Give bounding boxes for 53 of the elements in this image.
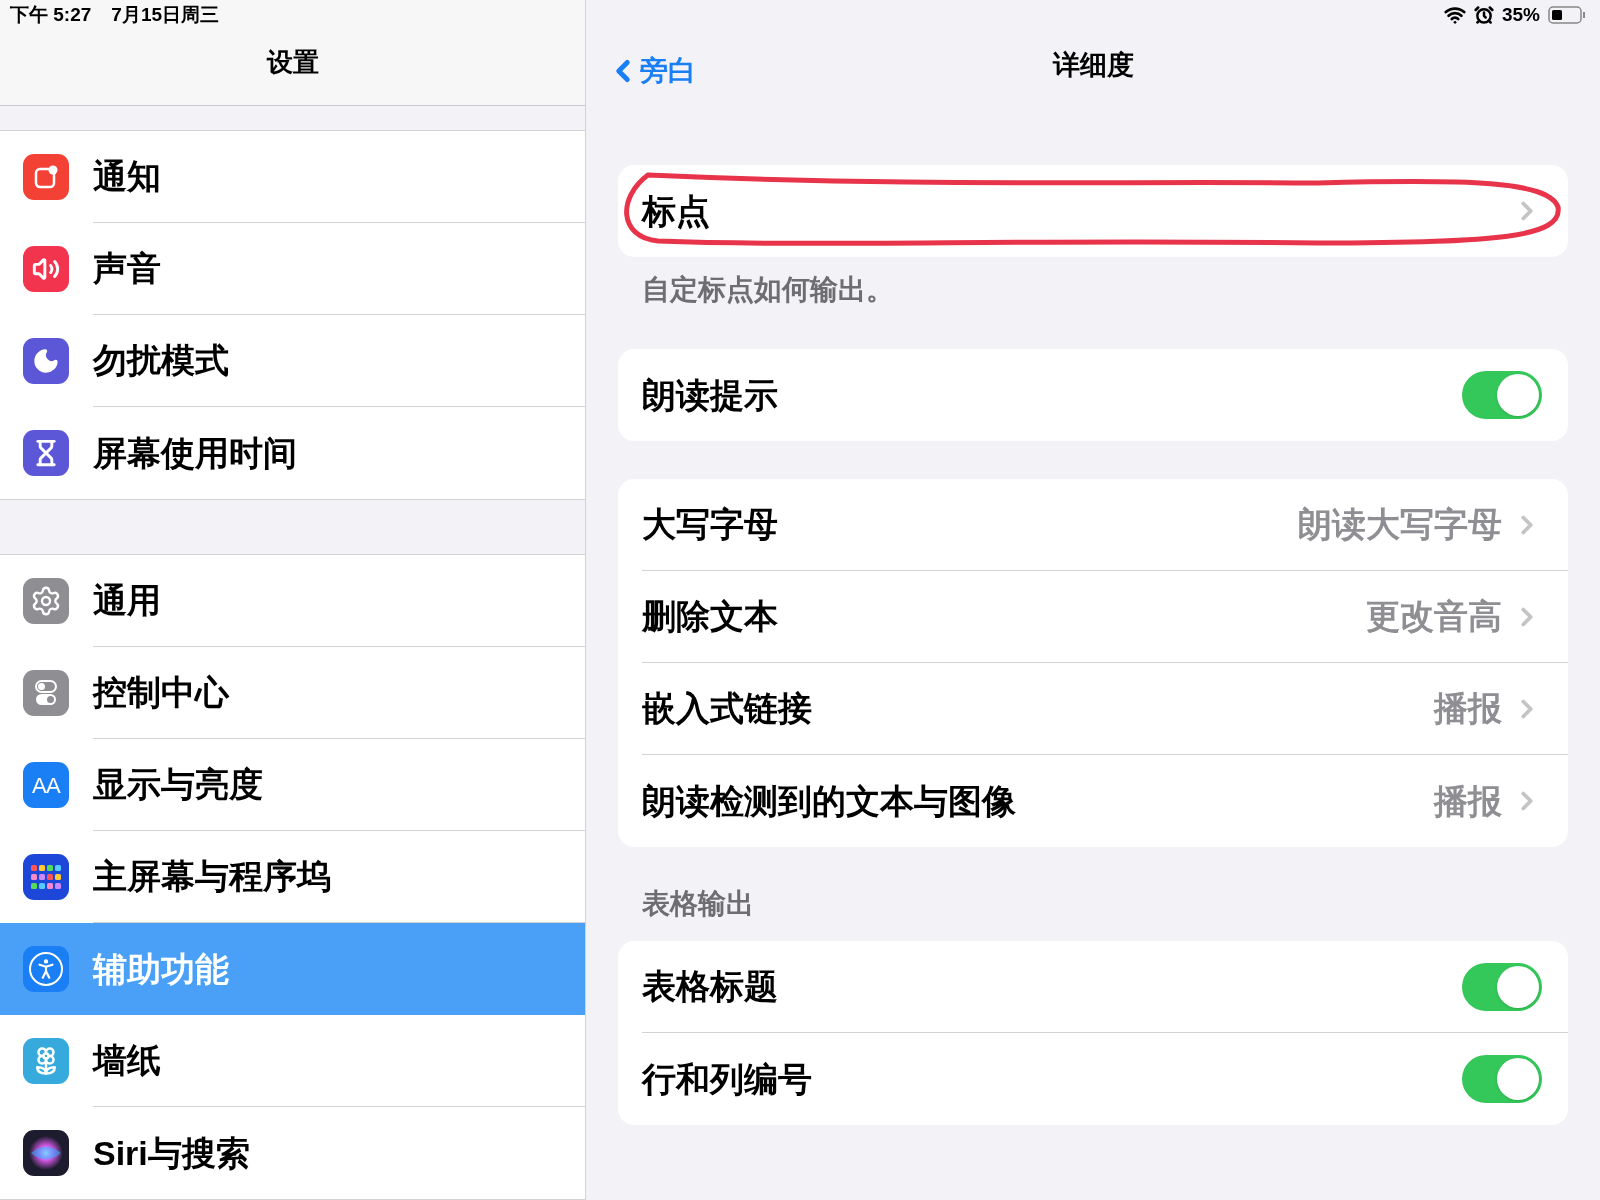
sidebar-label: 勿扰模式 [93,340,229,381]
text-size-icon: AA [23,762,69,808]
section-header: 表格输出 [641,887,755,921]
sidebar-item[interactable]: 声音 [0,223,585,315]
sidebar-label: 屏幕使用时间 [93,432,297,474]
sidebar-item[interactable]: AA 显示与亮度 [0,739,585,831]
toggle-switch[interactable] [1462,1055,1542,1103]
sidebar-item[interactable]: Siri与搜索 [0,1107,585,1199]
sidebar-label: 墙纸 [93,1040,161,1081]
row-label: 朗读提示 [642,374,779,416]
sidebar-item[interactable]: 控制中心 [0,647,585,739]
sidebar-title: 设置 [266,46,319,79]
sidebar-item[interactable]: 屏幕使用时间 [0,407,585,499]
status-date: 7月15日周三 [111,2,219,27]
status-time: 下午 5:27 [10,2,92,27]
row-value: 播报 [1434,780,1502,822]
sidebar-label: Siri与搜索 [93,1132,250,1174]
toggle-switch[interactable] [1462,371,1542,419]
settings-row[interactable]: 嵌入式链接 播报 [642,663,1568,755]
sidebar-label: 控制中心 [93,672,229,713]
sidebar-item[interactable]: 通知 [0,131,585,223]
alarm-icon [1473,5,1494,25]
settings-row[interactable]: 朗读检测到的文本与图像 播报 [642,755,1568,847]
battery-icon [1548,5,1586,25]
sidebar-label: 声音 [93,248,161,289]
row-value: 更改音高 [1366,596,1502,637]
row-label: 嵌入式链接 [642,688,813,729]
sidebar-label: 主屏幕与程序坞 [93,856,331,897]
settings-row[interactable]: 删除文本 更改音高 [642,571,1568,663]
row-label: 行和列编号 [642,1058,813,1100]
battery-percent: 35% [1501,2,1540,27]
settings-row[interactable]: 表格标题 [642,941,1568,1033]
sidebar-label: 辅助功能 [93,948,229,990]
settings-row[interactable]: 大写字母 朗读大写字母 [642,479,1568,571]
sidebar-item[interactable]: 墙纸 [0,1015,585,1107]
row-label: 大写字母 [642,504,779,545]
sidebar-item[interactable]: 勿扰模式 [0,315,585,407]
row-value: 朗读大写字母 [1298,504,1502,545]
section-footer: 自定标点如何输出。 [618,269,1568,311]
settings-row[interactable]: 行和列编号 [642,1033,1568,1125]
sidebar-label: 显示与亮度 [93,764,263,805]
row-label: 删除文本 [642,596,779,637]
sidebar-item[interactable]: 通用 [0,555,585,647]
row-label: 朗读检测到的文本与图像 [642,780,1017,822]
row-label: 表格标题 [642,966,779,1007]
back-button[interactable]: 旁白 [606,50,696,92]
page-title: 详细度 [1052,48,1134,82]
sidebar-label: 通知 [93,156,161,197]
wifi-icon [1443,4,1466,26]
toggle-switch[interactable] [1462,962,1542,1011]
row-value: 播报 [1434,688,1502,729]
row-label: 标点 [642,190,711,232]
sidebar-label: 通用 [93,580,161,621]
